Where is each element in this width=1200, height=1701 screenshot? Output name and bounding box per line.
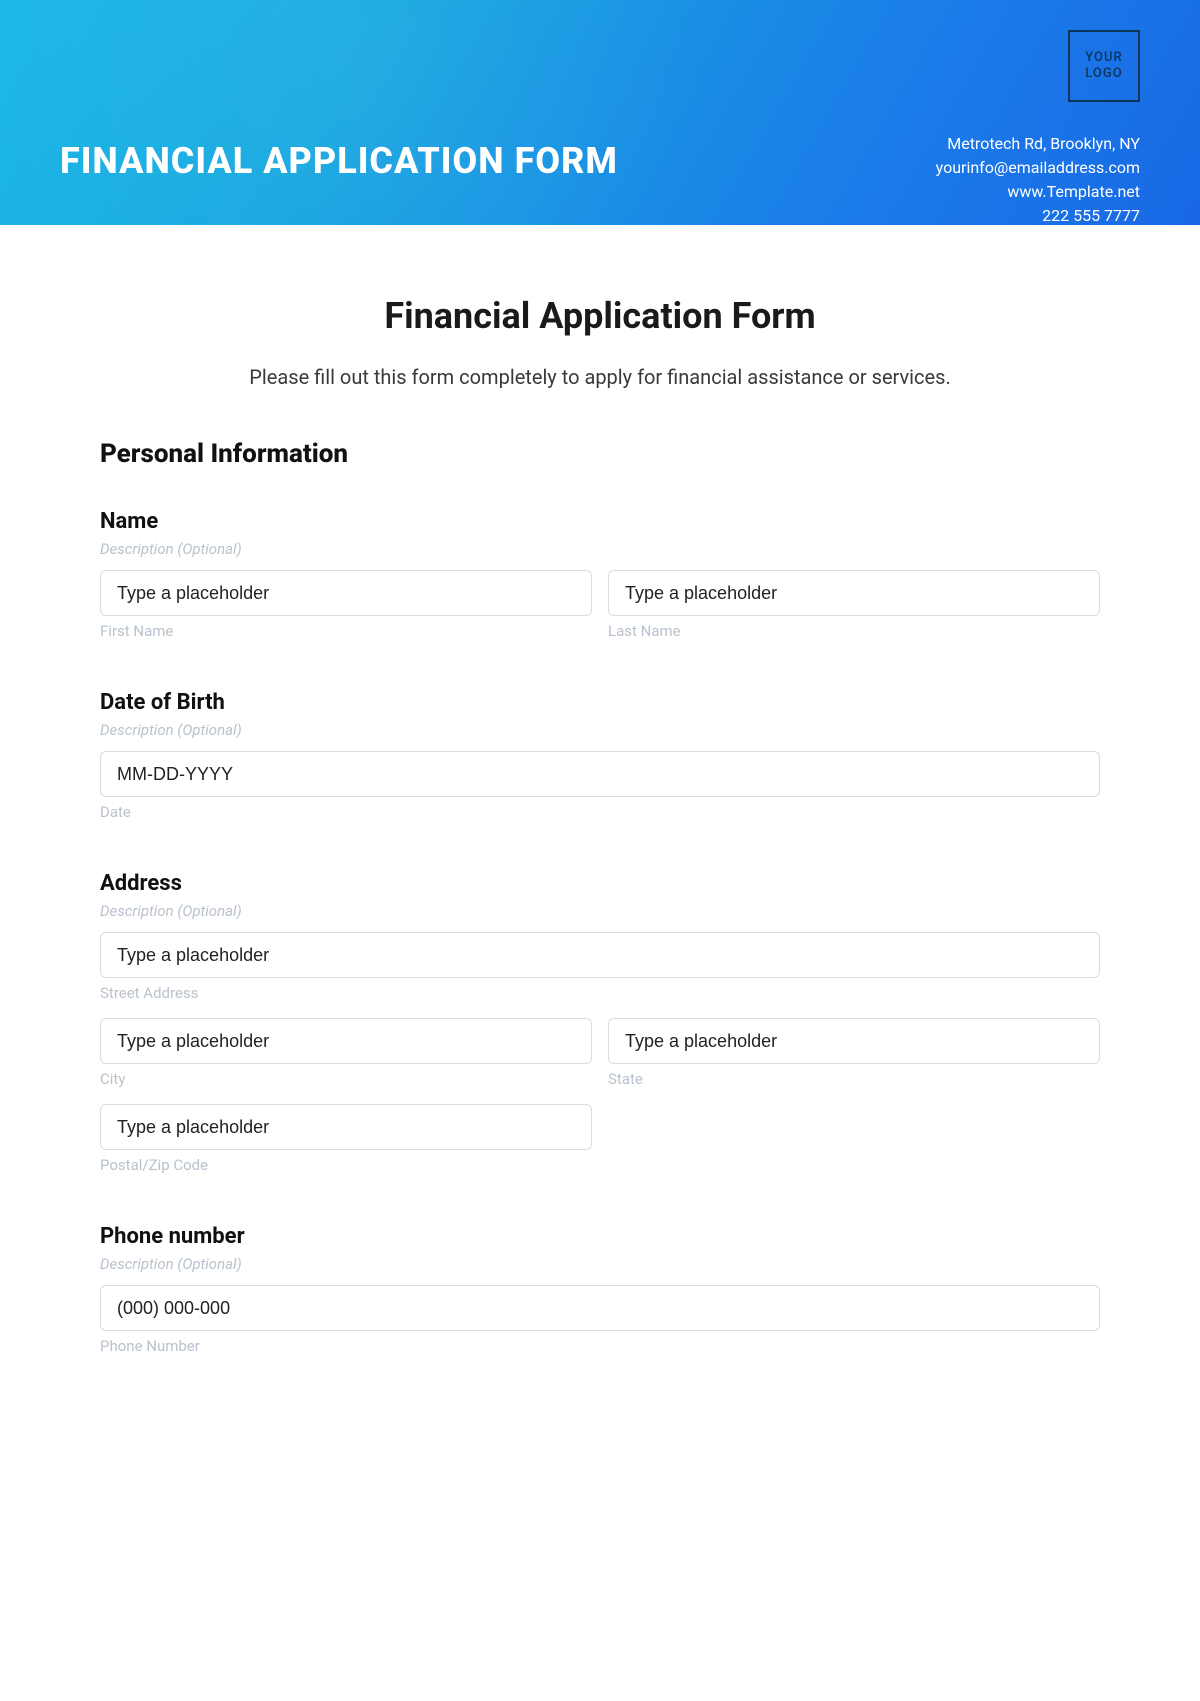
dob-label: Date of Birth xyxy=(100,690,1100,715)
form-content: Financial Application Form Please fill o… xyxy=(0,225,1200,1445)
phone-input[interactable] xyxy=(100,1285,1100,1331)
field-address: Address Description (Optional) Street Ad… xyxy=(100,871,1100,1174)
dob-desc: Description (Optional) xyxy=(100,721,1100,739)
state-input[interactable] xyxy=(608,1018,1100,1064)
field-dob: Date of Birth Description (Optional) Dat… xyxy=(100,690,1100,821)
city-sublabel: City xyxy=(100,1070,592,1088)
field-phone: Phone number Description (Optional) Phon… xyxy=(100,1224,1100,1355)
last-name-input[interactable] xyxy=(608,570,1100,616)
field-name: Name Description (Optional) First Name L… xyxy=(100,509,1100,640)
address-desc: Description (Optional) xyxy=(100,902,1100,920)
name-desc: Description (Optional) xyxy=(100,540,1100,558)
dob-input[interactable] xyxy=(100,751,1100,797)
contact-info: Metrotech Rd, Brooklyn, NY yourinfo@emai… xyxy=(936,132,1140,225)
street-sublabel: Street Address xyxy=(100,984,1100,1002)
name-label: Name xyxy=(100,509,1100,534)
page-header: FINANCIAL APPLICATION FORM YOUR LOGO Met… xyxy=(0,0,1200,225)
contact-email: yourinfo@emailaddress.com xyxy=(936,156,1140,180)
phone-label: Phone number xyxy=(100,1224,1100,1249)
first-name-input[interactable] xyxy=(100,570,592,616)
phone-desc: Description (Optional) xyxy=(100,1255,1100,1273)
dob-sublabel: Date xyxy=(100,803,1100,821)
phone-sublabel: Phone Number xyxy=(100,1337,1100,1355)
contact-phone: 222 555 7777 xyxy=(936,204,1140,225)
state-sublabel: State xyxy=(608,1070,1100,1088)
contact-address: Metrotech Rd, Brooklyn, NY xyxy=(936,132,1140,156)
city-input[interactable] xyxy=(100,1018,592,1064)
form-instructions: Please fill out this form completely to … xyxy=(100,365,1100,389)
header-title: FINANCIAL APPLICATION FORM xyxy=(60,140,618,182)
section-personal-info: Personal Information xyxy=(100,439,1100,469)
last-name-sublabel: Last Name xyxy=(608,622,1100,640)
logo-placeholder: YOUR LOGO xyxy=(1068,30,1140,102)
header-right: YOUR LOGO Metrotech Rd, Brooklyn, NY you… xyxy=(936,30,1140,225)
first-name-sublabel: First Name xyxy=(100,622,592,640)
address-label: Address xyxy=(100,871,1100,896)
street-address-input[interactable] xyxy=(100,932,1100,978)
zip-sublabel: Postal/Zip Code xyxy=(100,1156,592,1174)
zip-input[interactable] xyxy=(100,1104,592,1150)
form-title: Financial Application Form xyxy=(100,295,1100,337)
contact-website: www.Template.net xyxy=(936,180,1140,204)
